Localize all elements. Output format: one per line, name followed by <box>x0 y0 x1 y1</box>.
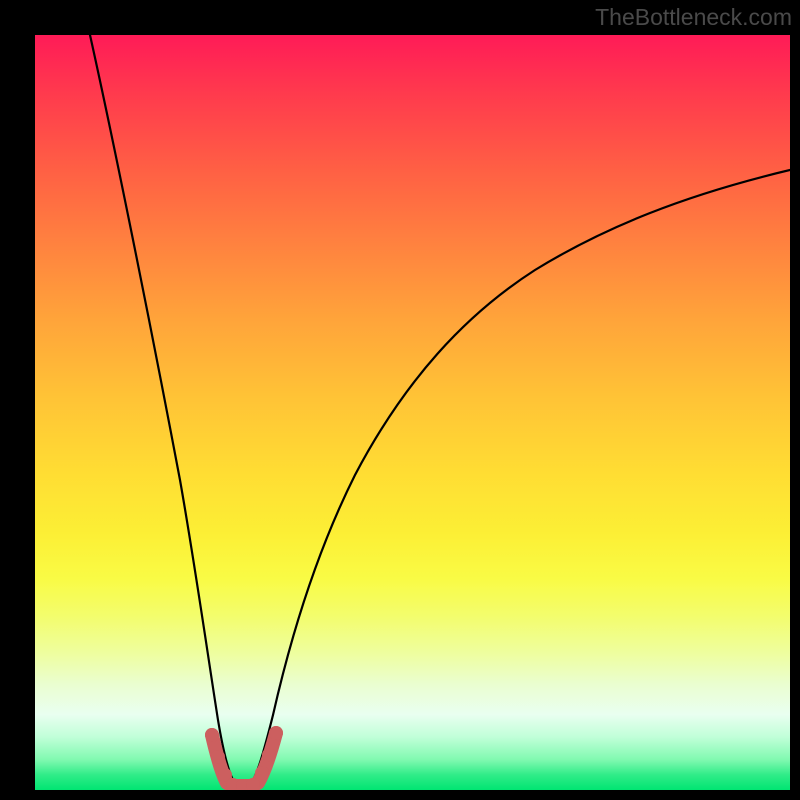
plot-area <box>35 35 790 790</box>
chart-frame: TheBottleneck.com <box>0 0 800 800</box>
chart-svg <box>35 35 790 790</box>
optimal-dot <box>211 750 225 764</box>
optimal-dot <box>205 728 219 742</box>
bottleneck-curve <box>90 35 790 784</box>
optimal-dot <box>269 726 283 740</box>
optimal-dot <box>255 766 269 780</box>
optimal-dot <box>262 748 276 762</box>
watermark-text: TheBottleneck.com <box>595 4 792 31</box>
